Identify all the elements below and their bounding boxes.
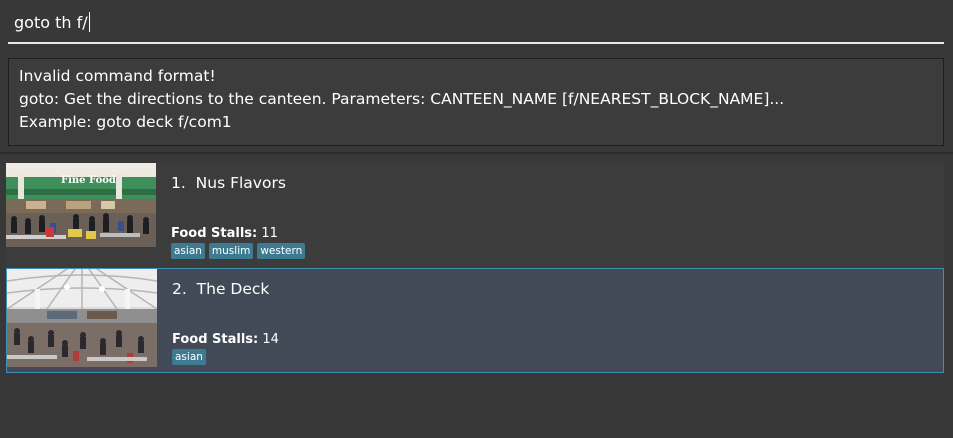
- tag: muslim: [208, 243, 254, 259]
- tag: western: [257, 243, 306, 259]
- tag: asian: [172, 349, 206, 365]
- food-stalls: Food Stalls: 11: [171, 226, 278, 241]
- result-line-usage: goto: Get the directions to the canteen.…: [19, 90, 785, 108]
- canteen-name: Nus Flavors: [195, 174, 286, 192]
- canteen-card[interactable]: Fine Food 1. Nus Flavors Food Stalls: 11…: [6, 163, 944, 268]
- canteen-title: 1. Nus Flavors: [171, 174, 286, 192]
- canteen-index: 2.: [172, 280, 187, 298]
- result-line-example: Example: goto deck f/com1: [19, 113, 232, 131]
- image-sign-text: Fine Food: [61, 175, 116, 186]
- command-pane: goto th f/: [0, 0, 953, 53]
- result-line-error: Invalid command format!: [19, 67, 216, 85]
- food-stalls-count: 11: [261, 226, 278, 241]
- canteen-name: The Deck: [196, 280, 270, 298]
- command-input[interactable]: [8, 4, 944, 44]
- tag-list: asian: [172, 349, 206, 365]
- canteen-card-selected[interactable]: 2. The Deck Food Stalls: 14 asian: [6, 268, 944, 373]
- tag-list: asian muslim western: [171, 243, 306, 259]
- app-window: goto th f/ Invalid command format! goto:…: [0, 0, 953, 438]
- result-display: Invalid command format! goto: Get the di…: [8, 58, 944, 146]
- food-stalls-label: Food Stalls:: [171, 226, 258, 241]
- canteen-index: 1.: [171, 174, 186, 192]
- food-stalls: Food Stalls: 14: [172, 332, 279, 347]
- canteen-list: Fine Food 1. Nus Flavors Food Stalls: 11…: [0, 154, 953, 438]
- canteen-title: 2. The Deck: [172, 280, 269, 298]
- tag: asian: [171, 243, 205, 259]
- food-stalls-count: 14: [262, 332, 279, 347]
- canteen-image: Fine Food: [6, 163, 156, 247]
- canteen-image: [7, 269, 157, 367]
- food-stalls-label: Food Stalls:: [172, 332, 259, 347]
- result-pane: Invalid command format! goto: Get the di…: [0, 52, 953, 154]
